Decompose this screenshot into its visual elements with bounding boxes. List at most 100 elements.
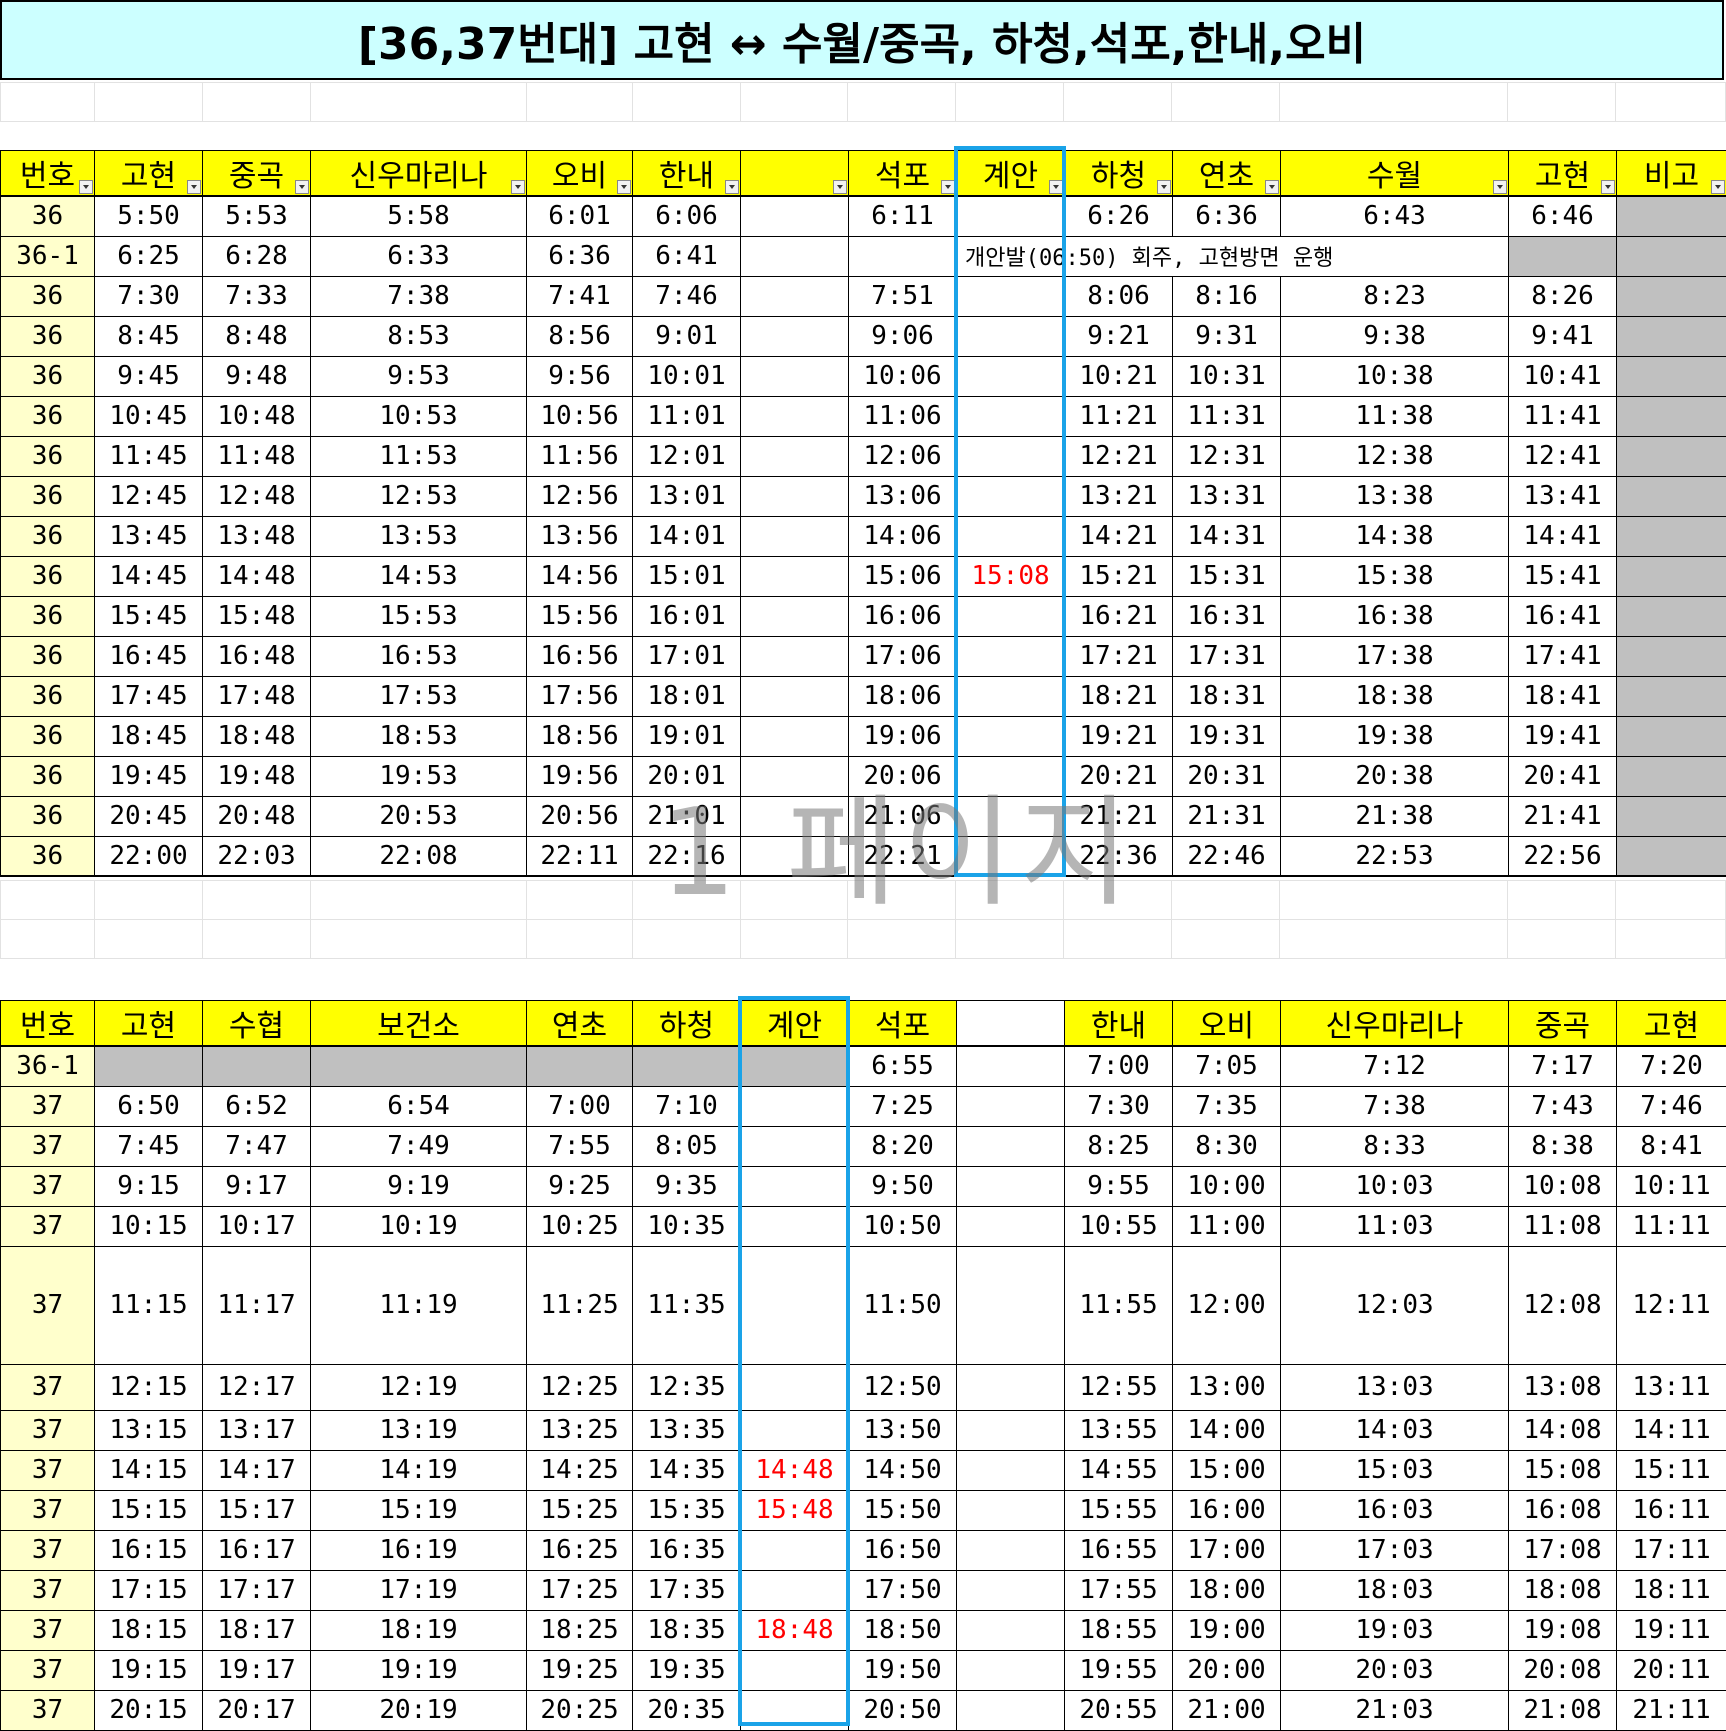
time-cell: 22:00 <box>95 836 203 876</box>
time-cell: 13:21 <box>1065 476 1173 516</box>
filter-dropdown-icon[interactable] <box>1601 180 1615 194</box>
time-cell: 18:48 <box>741 1610 849 1650</box>
time-cell: 19:45 <box>95 756 203 796</box>
time-cell: 18:15 <box>95 1610 203 1650</box>
time-cell: 19:55 <box>1065 1650 1173 1690</box>
time-cell: 13:41 <box>1509 476 1617 516</box>
column-header: 고현 <box>95 151 203 197</box>
time-cell: 17:56 <box>527 676 633 716</box>
time-cell: 16:48 <box>203 636 311 676</box>
time-cell: 17:06 <box>849 636 957 676</box>
filter-dropdown-icon[interactable] <box>1157 180 1171 194</box>
time-cell: 14:41 <box>1509 516 1617 556</box>
time-cell: 15:38 <box>1281 556 1509 596</box>
time-cell: 13:53 <box>311 516 527 556</box>
time-cell <box>957 836 1065 876</box>
filter-dropdown-icon[interactable] <box>295 180 309 194</box>
time-cell: 12:00 <box>1173 1246 1281 1364</box>
time-cell <box>957 476 1065 516</box>
time-cell <box>957 596 1065 636</box>
time-cell: 12:11 <box>1617 1246 1726 1364</box>
filter-dropdown-icon[interactable] <box>941 180 955 194</box>
time-cell: 20:53 <box>311 796 527 836</box>
time-cell: 19:21 <box>1065 716 1173 756</box>
time-cell: 9:31 <box>1173 316 1281 356</box>
time-cell: 18:06 <box>849 676 957 716</box>
route-number: 37 <box>1 1650 95 1690</box>
filter-dropdown-icon[interactable] <box>1265 180 1279 194</box>
filter-dropdown-icon[interactable] <box>511 180 525 194</box>
time-cell: 17:00 <box>1173 1530 1281 1570</box>
time-cell: 13:55 <box>1065 1410 1173 1450</box>
time-cell: 14:45 <box>95 556 203 596</box>
time-cell: 7:25 <box>849 1086 957 1126</box>
time-cell <box>741 1086 849 1126</box>
time-cell: 12:53 <box>311 476 527 516</box>
time-cell: 19:31 <box>1173 716 1281 756</box>
time-cell: 14:38 <box>1281 516 1509 556</box>
filter-dropdown-icon[interactable] <box>1049 180 1063 194</box>
time-cell: 18:31 <box>1173 676 1281 716</box>
time-cell: 9:38 <box>1281 316 1509 356</box>
time-cell: 16:17 <box>203 1530 311 1570</box>
time-cell: 14:48 <box>203 556 311 596</box>
column-header: 수협 <box>203 1001 311 1047</box>
time-cell: 10:03 <box>1281 1166 1509 1206</box>
time-cell: 13:38 <box>1281 476 1509 516</box>
route-number: 37 <box>1 1570 95 1610</box>
filter-dropdown-icon[interactable] <box>187 180 201 194</box>
empty-cell <box>849 236 957 276</box>
time-cell: 20:19 <box>311 1690 527 1730</box>
filter-dropdown-icon[interactable] <box>1711 180 1725 194</box>
filter-dropdown-icon[interactable] <box>617 180 631 194</box>
time-cell: 13:19 <box>311 1410 527 1450</box>
column-header: 석포 <box>849 1001 957 1047</box>
time-cell: 19:11 <box>1617 1610 1726 1650</box>
table-row: 3615:4515:4815:5315:5616:0116:0616:2116:… <box>1 596 1726 636</box>
time-cell: 19:08 <box>1509 1610 1617 1650</box>
time-cell: 22:36 <box>1065 836 1173 876</box>
filter-dropdown-icon[interactable] <box>833 180 847 194</box>
time-cell: 13:45 <box>95 516 203 556</box>
time-cell: 18:00 <box>1173 1570 1281 1610</box>
time-cell: 11:48 <box>203 436 311 476</box>
filter-dropdown-icon[interactable] <box>725 180 739 194</box>
time-cell: 18:41 <box>1509 676 1617 716</box>
time-cell: 8:06 <box>1065 276 1173 316</box>
time-cell: 17:45 <box>95 676 203 716</box>
time-cell: 21:21 <box>1065 796 1173 836</box>
time-cell: 18:17 <box>203 1610 311 1650</box>
time-cell <box>957 1570 1065 1610</box>
time-cell: 12:50 <box>849 1364 957 1410</box>
time-cell: 5:53 <box>203 196 311 236</box>
time-cell: 10:17 <box>203 1206 311 1246</box>
table-row: 36-16:557:007:057:127:177:20 <box>1 1046 1726 1086</box>
time-cell: 18:56 <box>527 716 633 756</box>
time-cell: 10:21 <box>1065 356 1173 396</box>
route-number: 36 <box>1 436 95 476</box>
route-number: 37 <box>1 1246 95 1364</box>
filter-dropdown-icon[interactable] <box>79 180 93 194</box>
time-cell <box>957 516 1065 556</box>
time-cell: 10:55 <box>1065 1206 1173 1246</box>
time-cell: 12:19 <box>311 1364 527 1410</box>
time-cell <box>741 1126 849 1166</box>
time-cell: 17:41 <box>1509 636 1617 676</box>
time-cell: 22:11 <box>527 836 633 876</box>
time-cell <box>741 636 849 676</box>
time-cell: 14:53 <box>311 556 527 596</box>
time-cell <box>1617 396 1726 436</box>
time-cell: 21:01 <box>633 796 741 836</box>
time-cell: 15:08 <box>957 556 1065 596</box>
time-cell <box>957 276 1065 316</box>
route-number: 36-1 <box>1 236 95 276</box>
time-cell: 7:00 <box>1065 1046 1173 1086</box>
time-cell: 15:01 <box>633 556 741 596</box>
table-row: 3617:4517:4817:5317:5618:0118:0618:2118:… <box>1 676 1726 716</box>
route-number: 37 <box>1 1450 95 1490</box>
time-cell: 19:15 <box>95 1650 203 1690</box>
column-header: 오비 <box>1173 1001 1281 1047</box>
time-cell: 8:23 <box>1281 276 1509 316</box>
filter-dropdown-icon[interactable] <box>1493 180 1507 194</box>
time-cell <box>741 436 849 476</box>
